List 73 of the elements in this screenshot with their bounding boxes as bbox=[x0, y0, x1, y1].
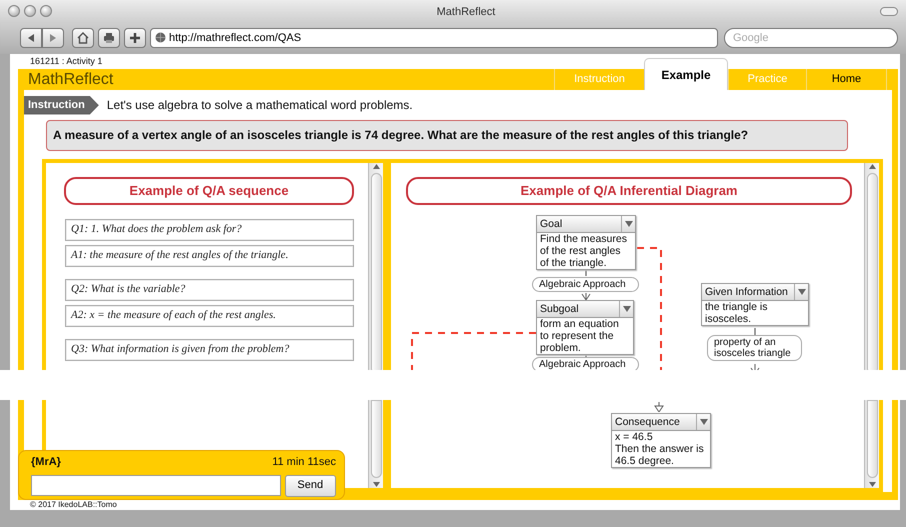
chat-user: {MrA} bbox=[31, 455, 61, 470]
node-title: Consequence bbox=[614, 415, 681, 430]
node-title: Goal bbox=[539, 216, 564, 232]
node-title: Given Information bbox=[704, 284, 789, 300]
search-field[interactable]: Google bbox=[724, 28, 898, 48]
dropdown-button[interactable] bbox=[696, 414, 710, 430]
scroll-down-icon[interactable] bbox=[372, 481, 380, 488]
dropdown-icon bbox=[624, 220, 632, 226]
print-button[interactable] bbox=[98, 28, 120, 48]
chat-timer: 11 min 11sec bbox=[272, 455, 336, 470]
scrollbar[interactable] bbox=[368, 162, 383, 370]
scrollbar[interactable] bbox=[368, 400, 383, 488]
address-field[interactable]: http://mathreflect.com/QAS bbox=[150, 28, 718, 48]
dropdown-button[interactable] bbox=[621, 216, 635, 232]
diagram-node[interactable]: Given Information the triangle is isosceles. bbox=[701, 282, 809, 326]
scrollbar[interactable] bbox=[864, 162, 879, 370]
back-icon bbox=[26, 33, 36, 43]
back-button[interactable] bbox=[20, 28, 42, 48]
window-title: MathReflect bbox=[436, 6, 496, 18]
node-text: the triangle is isosceles. bbox=[704, 300, 768, 324]
panel-title: Example of Q/A Inferential Diagram bbox=[520, 182, 738, 200]
answer-item: A2: x = the measure of each of the rest angles. bbox=[65, 304, 354, 326]
site-logo: MathReflect bbox=[28, 71, 114, 88]
dropdown-button[interactable] bbox=[794, 284, 808, 300]
scroll-thumb[interactable] bbox=[370, 172, 382, 370]
approach-label: Algebraic Approach bbox=[532, 276, 639, 292]
scroll-up-icon[interactable] bbox=[372, 162, 380, 170]
scroll-thumb[interactable] bbox=[866, 400, 878, 478]
approach-label: Algebraic Approach bbox=[532, 356, 639, 370]
copyright-text: © 2017 IkedoLAB::Tomo bbox=[29, 500, 118, 510]
dropdown-button[interactable] bbox=[619, 300, 633, 316]
diagram-node[interactable]: Consequence x = 46.5 Then the answer is 46.5 degree. bbox=[611, 413, 711, 468]
question-item: Q2: What is the variable? bbox=[65, 278, 354, 300]
nav-tab[interactable]: Example bbox=[644, 58, 728, 90]
question-text: A measure of a vertex angle of an isosceles triangle is 74 degree. What are the measure of the rest angles of this triangle? bbox=[53, 127, 748, 144]
message-field[interactable] bbox=[31, 474, 280, 496]
dropdown-icon bbox=[622, 306, 630, 312]
scroll-up-icon[interactable] bbox=[868, 162, 876, 170]
answer-item: A1: the measure of the rest angles of the triangle. bbox=[65, 244, 354, 266]
approach-label: property of an isosceles triangle bbox=[707, 334, 802, 360]
home-icon bbox=[77, 32, 89, 44]
scrollbar[interactable] bbox=[864, 400, 879, 488]
scroll-down-icon[interactable] bbox=[868, 481, 876, 488]
instruction-text: Let's use algebra to solve a mathematical word problems. bbox=[106, 97, 413, 114]
panel-title: Example of Q/A sequence bbox=[129, 182, 289, 200]
question-item: Q1: 1. What does the problem ask for? bbox=[65, 218, 354, 240]
diagram-node[interactable]: Goal Find the measures of the rest angles of the triangle. bbox=[536, 214, 636, 270]
dropdown-icon bbox=[798, 288, 806, 294]
scroll-thumb[interactable] bbox=[370, 400, 382, 478]
home-button[interactable] bbox=[72, 28, 94, 48]
add-bookmark-button[interactable] bbox=[124, 28, 146, 48]
send-button[interactable]: Send bbox=[284, 474, 336, 496]
instruction-label: Instruction bbox=[24, 96, 99, 114]
connector-arrow bbox=[750, 363, 760, 370]
node-text: form an equation to represent the problem. bbox=[539, 318, 620, 354]
plus-icon bbox=[130, 33, 140, 43]
scroll-thumb[interactable] bbox=[866, 172, 878, 370]
diagram-node[interactable]: Subgoal form an equation to represent the problem. bbox=[536, 300, 634, 354]
dropdown-icon bbox=[700, 419, 708, 425]
activity-label: 161211 : Activity 1 bbox=[29, 55, 104, 68]
node-title: Subgoal bbox=[539, 302, 580, 316]
forward-button[interactable] bbox=[42, 28, 64, 48]
globe-icon bbox=[155, 32, 166, 43]
forward-icon bbox=[48, 33, 58, 43]
window-button[interactable] bbox=[8, 5, 20, 17]
window-button[interactable] bbox=[40, 5, 52, 17]
print-icon bbox=[103, 32, 115, 44]
node-text: Find the measures of the rest angles of the triangle. bbox=[539, 232, 628, 268]
window-resize-button[interactable] bbox=[880, 6, 898, 16]
connector-arrow bbox=[582, 292, 590, 300]
window-button[interactable] bbox=[24, 5, 36, 17]
node-text: x = 46.5 Then the answer is 46.5 degree. bbox=[614, 431, 705, 467]
question-item: Q3: What information is given from the problem? bbox=[65, 338, 354, 360]
